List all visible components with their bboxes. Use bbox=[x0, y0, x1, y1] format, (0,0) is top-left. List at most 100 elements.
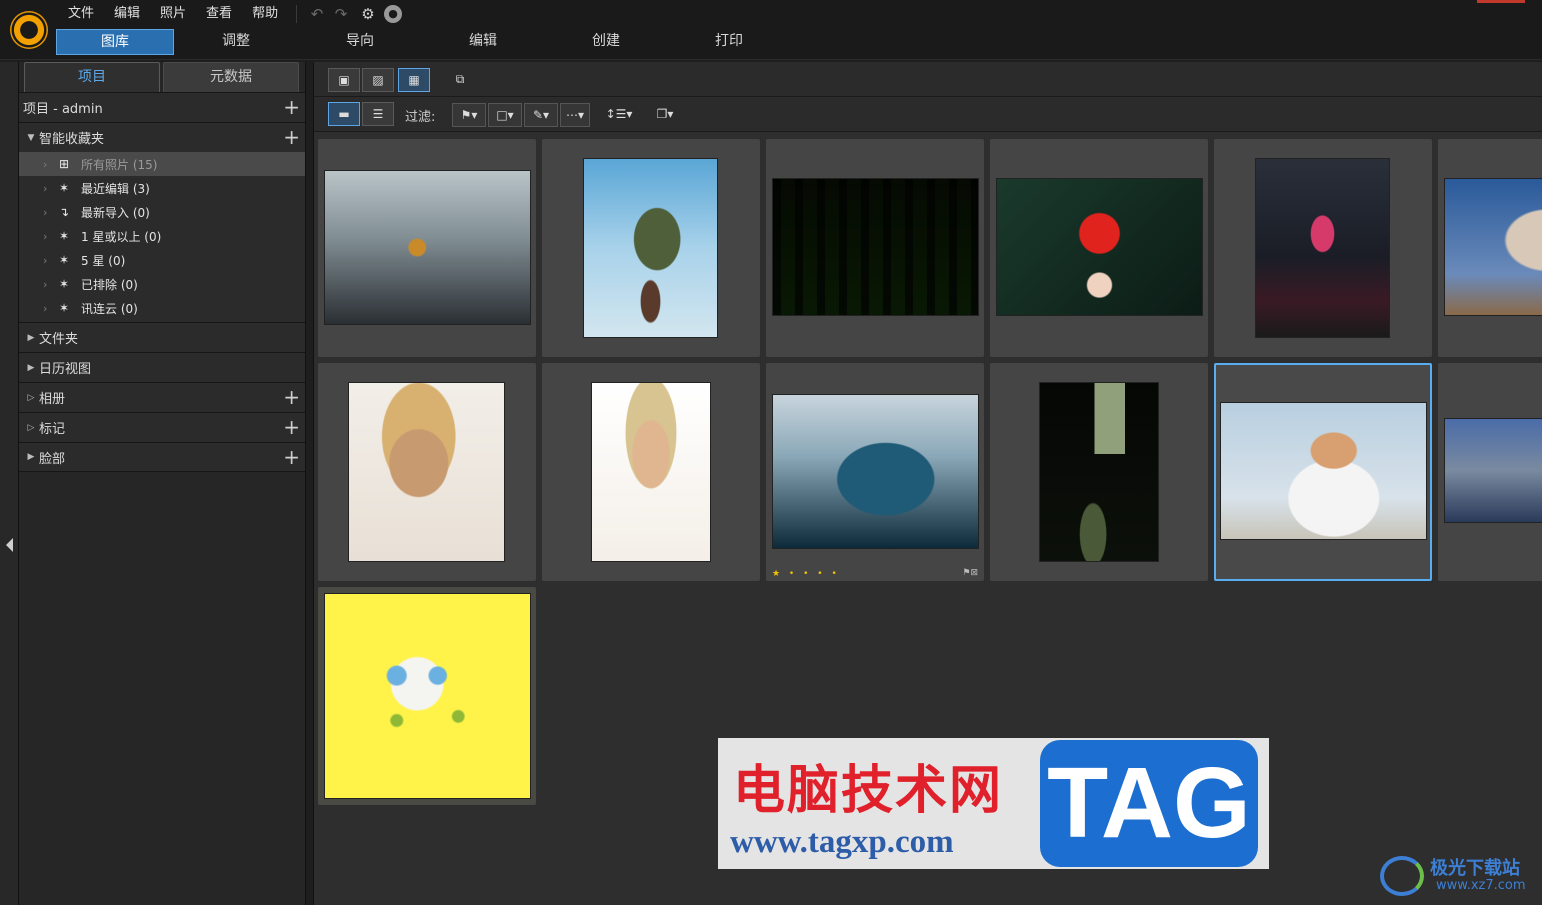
photo-cell[interactable] bbox=[318, 363, 536, 581]
tab-project[interactable]: 项目 bbox=[24, 62, 160, 92]
collapse-arrow-icon[interactable] bbox=[6, 538, 13, 552]
thumbnail-mode-icon[interactable]: ▬ bbox=[328, 102, 360, 126]
cafe-neon-thumbnail[interactable] bbox=[1255, 158, 1390, 338]
tab-library[interactable]: 图库 bbox=[56, 29, 174, 55]
magic-wand-icon: ✶ bbox=[59, 301, 70, 315]
tab-guided[interactable]: 导向 bbox=[298, 29, 422, 55]
sidebar-item-excluded[interactable]: › ✶ 已排除 (0) bbox=[19, 272, 305, 296]
chevron-right-icon[interactable]: › bbox=[43, 302, 59, 315]
calendar-view-header[interactable]: ▶ 日历视图 bbox=[19, 352, 305, 382]
sidebar-panel: 项目 元数据 项目 - admin + ▼ 智能收藏夹 + › ⊞ 所有照片 (… bbox=[19, 62, 306, 905]
photo-cell[interactable] bbox=[318, 139, 536, 357]
smoke-cloud-thumbnail[interactable] bbox=[1444, 178, 1542, 316]
sidebar-item-one-star[interactable]: › ✶ 1 星或以上 (0) bbox=[19, 224, 305, 248]
sponge-face-thumbnail[interactable] bbox=[324, 593, 531, 799]
menu-help[interactable]: 帮助 bbox=[242, 4, 288, 24]
rock-island-boat-thumbnail[interactable] bbox=[583, 158, 718, 338]
collapsed-triangle-icon[interactable]: ▷ bbox=[23, 423, 39, 433]
laughing-woman-thumbnail[interactable] bbox=[591, 382, 711, 562]
undo-icon[interactable]: ↶ bbox=[308, 6, 326, 22]
star-rating[interactable]: ★ • • • • bbox=[772, 569, 840, 579]
compare-view-icon[interactable]: ▨ bbox=[362, 68, 394, 92]
expanded-triangle-icon[interactable]: ▼ bbox=[23, 133, 39, 143]
basketball-dunk-thumbnail[interactable] bbox=[324, 170, 531, 325]
left-collapse-rail[interactable] bbox=[0, 62, 19, 905]
project-row[interactable]: 项目 - admin + bbox=[19, 92, 305, 122]
sidebar-item-recent-edits[interactable]: › ✶ 最近编辑 (3) bbox=[19, 176, 305, 200]
photo-cell[interactable] bbox=[542, 139, 760, 357]
photo-cell[interactable]: ★ • • • • ⚑⊠ bbox=[766, 363, 984, 581]
sidebar-item-five-star[interactable]: › ✶ 5 星 (0) bbox=[19, 248, 305, 272]
add-project-icon[interactable]: + bbox=[283, 97, 300, 117]
tags-header[interactable]: ▷ 标记 + bbox=[19, 412, 305, 442]
photo-cell[interactable] bbox=[1438, 139, 1542, 357]
second-monitor-icon[interactable]: ⧉ bbox=[444, 68, 476, 92]
close-button-edge[interactable] bbox=[1477, 0, 1525, 3]
tags-label: 标记 bbox=[39, 422, 66, 437]
chevron-right-icon[interactable]: › bbox=[43, 230, 59, 243]
flag-icons[interactable]: ⚑⊠ bbox=[962, 568, 978, 578]
collapsed-triangle-icon[interactable]: ▶ bbox=[23, 452, 39, 462]
forest-thumbnail[interactable] bbox=[772, 178, 979, 316]
watermark-tag-logo: TAG bbox=[1040, 740, 1258, 867]
list-mode-icon[interactable]: ☰ bbox=[362, 102, 394, 126]
ocean-wave-thumbnail[interactable] bbox=[772, 394, 979, 549]
photo-cell[interactable] bbox=[1214, 139, 1432, 357]
smiling-woman-thumbnail[interactable] bbox=[348, 382, 505, 562]
sidebar-item-recent-imports[interactable]: › ↴ 最新导入 (0) bbox=[19, 200, 305, 224]
folders-header[interactable]: ▶ 文件夹 bbox=[19, 322, 305, 352]
photo-cell[interactable] bbox=[1438, 363, 1542, 581]
add-face-icon[interactable]: + bbox=[283, 447, 300, 467]
photo-cell-selected[interactable] bbox=[1214, 363, 1432, 581]
photo-cell[interactable] bbox=[542, 363, 760, 581]
tab-metadata[interactable]: 元数据 bbox=[163, 62, 299, 92]
tab-print[interactable]: 打印 bbox=[668, 29, 790, 55]
menu-photo[interactable]: 照片 bbox=[150, 4, 196, 24]
notification-bell-icon[interactable]: ● bbox=[384, 5, 402, 23]
smart-collections-header[interactable]: ▼ 智能收藏夹 + bbox=[19, 122, 305, 152]
flag-filter-icon[interactable]: ⚑▾ bbox=[452, 103, 486, 127]
add-tag-icon[interactable]: + bbox=[283, 417, 300, 437]
menu-edit[interactable]: 编辑 bbox=[104, 4, 150, 24]
panorama-thumbnail[interactable] bbox=[1444, 418, 1542, 523]
grid-view-icon[interactable]: ▦ bbox=[398, 68, 430, 92]
chevron-right-icon[interactable]: › bbox=[43, 182, 59, 195]
chevron-right-icon[interactable]: › bbox=[43, 278, 59, 291]
menu-file[interactable]: 文件 bbox=[58, 4, 104, 24]
dark-window-thumbnail[interactable] bbox=[1039, 382, 1159, 562]
chevron-right-icon[interactable]: › bbox=[43, 206, 59, 219]
sort-icon[interactable]: ↕☰▾ bbox=[602, 103, 636, 127]
collapsed-triangle-icon[interactable]: ▶ bbox=[23, 333, 39, 343]
chevron-right-icon[interactable]: › bbox=[43, 158, 59, 171]
photo-cell[interactable] bbox=[990, 363, 1208, 581]
label-filter-icon[interactable]: □▾ bbox=[488, 103, 522, 127]
faces-label: 脸部 bbox=[39, 451, 66, 467]
woman-portrait-thumbnail[interactable] bbox=[1220, 402, 1427, 540]
sidebar-item-all-photos[interactable]: › ⊞ 所有照片 (15) bbox=[19, 152, 305, 176]
sidebar-tabs: 项目 元数据 bbox=[19, 62, 305, 92]
single-view-icon[interactable]: ▣ bbox=[328, 68, 360, 92]
stack-icon[interactable]: ❐▾ bbox=[650, 103, 680, 127]
collapsed-triangle-icon[interactable]: ▶ bbox=[23, 363, 39, 373]
tab-create[interactable]: 创建 bbox=[544, 29, 668, 55]
chevron-right-icon[interactable]: › bbox=[43, 254, 59, 267]
maple-leaf-thumbnail[interactable] bbox=[996, 178, 1203, 316]
menu-view[interactable]: 查看 bbox=[196, 4, 242, 24]
add-album-icon[interactable]: + bbox=[283, 387, 300, 407]
photo-cell[interactable] bbox=[318, 587, 536, 805]
photo-cell[interactable] bbox=[990, 139, 1208, 357]
rating-stars[interactable]: ★ • • • • bbox=[772, 569, 840, 579]
view-toolbar: ▣ ▨ ▦ ⧉ bbox=[314, 62, 1542, 97]
redo-icon[interactable]: ↷ bbox=[332, 6, 350, 22]
more-filter-icon[interactable]: ⋯▾ bbox=[560, 103, 590, 127]
photo-cell[interactable] bbox=[766, 139, 984, 357]
edit-filter-icon[interactable]: ✎▾ bbox=[524, 103, 558, 127]
tab-adjust[interactable]: 调整 bbox=[174, 29, 298, 55]
tab-edit[interactable]: 编辑 bbox=[422, 29, 544, 55]
albums-header[interactable]: ▷ 相册 + bbox=[19, 382, 305, 412]
collapsed-triangle-icon[interactable]: ▷ bbox=[23, 393, 39, 403]
sidebar-item-cyberlink-cloud[interactable]: › ✶ 讯连云 (0) bbox=[19, 296, 305, 320]
faces-header[interactable]: ▶ 脸部 + bbox=[19, 442, 305, 472]
add-smart-collection-icon[interactable]: + bbox=[283, 127, 300, 147]
settings-gear-icon[interactable]: ⚙ bbox=[359, 6, 377, 22]
